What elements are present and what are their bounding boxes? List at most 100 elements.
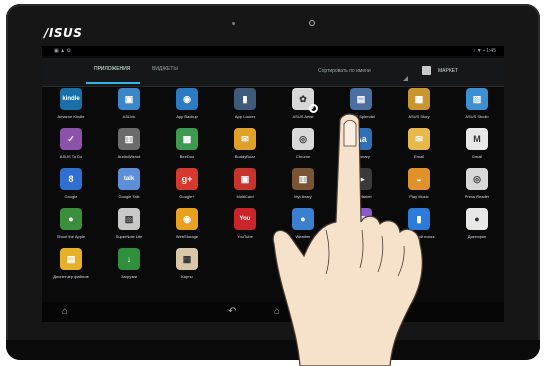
screenshot-icon[interactable]: ⌂: [62, 306, 68, 318]
app-icon: 8: [60, 168, 82, 190]
app-icon: ●: [60, 208, 82, 230]
app-item[interactable]: ▩ BeeDoo: [158, 128, 216, 159]
app-icon: ▤: [350, 88, 372, 110]
app-icon: ▥: [292, 168, 314, 190]
app-icon: ▦: [408, 88, 430, 110]
app-label: YouTube: [237, 234, 253, 239]
app-item[interactable]: g+ Google+: [158, 168, 216, 199]
app-label: SuperNote Lite: [115, 234, 143, 239]
app-item[interactable]: ◒ Play Music: [390, 168, 448, 199]
app-item[interactable]: ● Диктофон: [448, 208, 504, 239]
app-item[interactable]: ✉ Email: [390, 128, 448, 159]
tab-widgets[interactable]: ВИДЖЕТЫ: [152, 66, 178, 72]
app-item[interactable]: ▮ Голосовой поиск: [390, 208, 448, 239]
app-item[interactable]: ▦ ASUS Story: [390, 88, 448, 119]
app-icon: ▥: [118, 128, 140, 150]
app-icon: ↓: [118, 248, 140, 270]
app-item[interactable]: ▥ MyLibrary: [274, 168, 332, 199]
app-item[interactable]: ▶ Play Market: [332, 168, 390, 199]
app-item[interactable]: kindle Amazon Kindle: [42, 88, 100, 119]
app-item[interactable]: ▤ ASUS Splendid: [332, 88, 390, 119]
app-label: Карты: [181, 274, 193, 279]
app-label: App Locker: [234, 114, 256, 119]
app-icon: talk: [118, 168, 140, 190]
app-icon: g+: [176, 168, 198, 190]
app-item[interactable]: Aa Dictionary: [332, 128, 390, 159]
app-icon: ●: [466, 208, 488, 230]
app-item[interactable]: 8 Google: [42, 168, 100, 199]
app-item[interactable]: ✿ ASUS Artist: [274, 88, 332, 119]
app-item[interactable]: ● Weather: [274, 208, 332, 239]
app-label: Галерея: [353, 234, 369, 239]
touch-point-indicator: [309, 104, 318, 113]
app-icon: M: [466, 128, 488, 150]
app-item[interactable]: ◎ Press Reader: [448, 168, 504, 199]
app-label: Play Music: [409, 194, 429, 199]
app-icon: ◉: [176, 208, 198, 230]
app-label: ASUS To Do: [59, 154, 83, 159]
app-item[interactable]: ✉ BuddyBuzz: [216, 128, 274, 159]
app-item[interactable]: talk Google Talk: [100, 168, 158, 199]
app-label: App Backup: [176, 114, 198, 119]
app-icon: ◎: [292, 128, 314, 150]
app-icon: ◉: [176, 88, 198, 110]
app-label: Диспетчер файлов: [53, 274, 89, 279]
app-icon: ◒: [408, 168, 430, 190]
app-label: Shoot the Apple: [56, 234, 86, 239]
back-icon[interactable]: ↶: [228, 306, 236, 318]
app-label: MyLibrary: [294, 194, 312, 199]
app-item[interactable]: ▧ SuperNote Lite: [100, 208, 158, 239]
status-right-icons: ↓ ▼ ▪ 1:45: [472, 48, 496, 54]
app-icon: ▤: [60, 248, 82, 270]
app-label: MultiCard: [236, 194, 254, 199]
app-icon: ◎: [466, 168, 488, 190]
brand-logo: /ISUS: [44, 26, 83, 40]
app-label: Gmail: [471, 154, 483, 159]
bag-icon[interactable]: [422, 66, 431, 75]
app-item[interactable]: M Gmail: [448, 128, 504, 159]
app-item[interactable]: ● Shoot the Apple: [42, 208, 100, 239]
active-tab-indicator: [86, 82, 140, 84]
app-item[interactable]: You YouTube: [216, 208, 274, 239]
app-item[interactable]: ◉ App Backup: [158, 88, 216, 119]
app-label: Dictionary: [352, 154, 370, 159]
app-item[interactable]: ▮ App Locker: [216, 88, 274, 119]
app-item[interactable]: ▨ ASUS Studio: [448, 88, 504, 119]
app-item[interactable]: ◉ WebStorage: [158, 208, 216, 239]
app-item[interactable]: ▨ Галерея: [332, 208, 390, 239]
status-bar: ▣ ▲ ⚙ ↓ ▼ ▪ 1:45: [42, 46, 504, 56]
app-label: Press Reader: [464, 194, 490, 199]
market-button[interactable]: МАРКЕТ: [438, 68, 458, 74]
app-icon: ✉: [234, 128, 256, 150]
app-item[interactable]: ◎ Chrome: [274, 128, 332, 159]
app-icon: kindle: [60, 88, 82, 110]
app-item[interactable]: ▣ ASLink: [100, 88, 158, 119]
app-icon: ▩: [176, 128, 198, 150]
app-label: WebStorage: [175, 234, 199, 239]
app-label: ASUS Studio: [465, 114, 489, 119]
app-item[interactable]: ✓ ASUS To Do: [42, 128, 100, 159]
app-icon: You: [234, 208, 256, 230]
app-label: BuddyBuzz: [234, 154, 256, 159]
app-item[interactable]: ↓ Загрузки: [100, 248, 158, 279]
app-icon: ▮: [408, 208, 430, 230]
app-drawer-tabs: ПРИЛОЖЕНИЯ ВИДЖЕТЫ Сортировать по имени …: [42, 58, 504, 87]
app-icon: ▧: [118, 208, 140, 230]
app-item[interactable]: ▥ AudioWizard: [100, 128, 158, 159]
app-label: Chrome: [295, 154, 311, 159]
app-item[interactable]: ▤ Диспетчер файлов: [42, 248, 100, 279]
light-sensor: [232, 22, 235, 25]
home-icon[interactable]: ⌂: [274, 306, 280, 318]
app-item[interactable]: ▦ Карты: [158, 248, 216, 279]
app-icon: ▨: [466, 88, 488, 110]
sort-by-name-button[interactable]: Сортировать по имени: [318, 68, 371, 74]
app-label: Amazon Kindle: [57, 114, 85, 119]
app-label: Email: [413, 154, 424, 159]
dropdown-corner-icon: [403, 76, 408, 81]
app-item[interactable]: ▣ MultiCard: [216, 168, 274, 199]
app-label: AudioWizard: [117, 154, 141, 159]
app-label: ASLink: [122, 114, 136, 119]
tab-apps[interactable]: ПРИЛОЖЕНИЯ: [94, 66, 130, 72]
app-label: Play Market: [350, 194, 372, 199]
app-label: Google: [64, 194, 78, 199]
